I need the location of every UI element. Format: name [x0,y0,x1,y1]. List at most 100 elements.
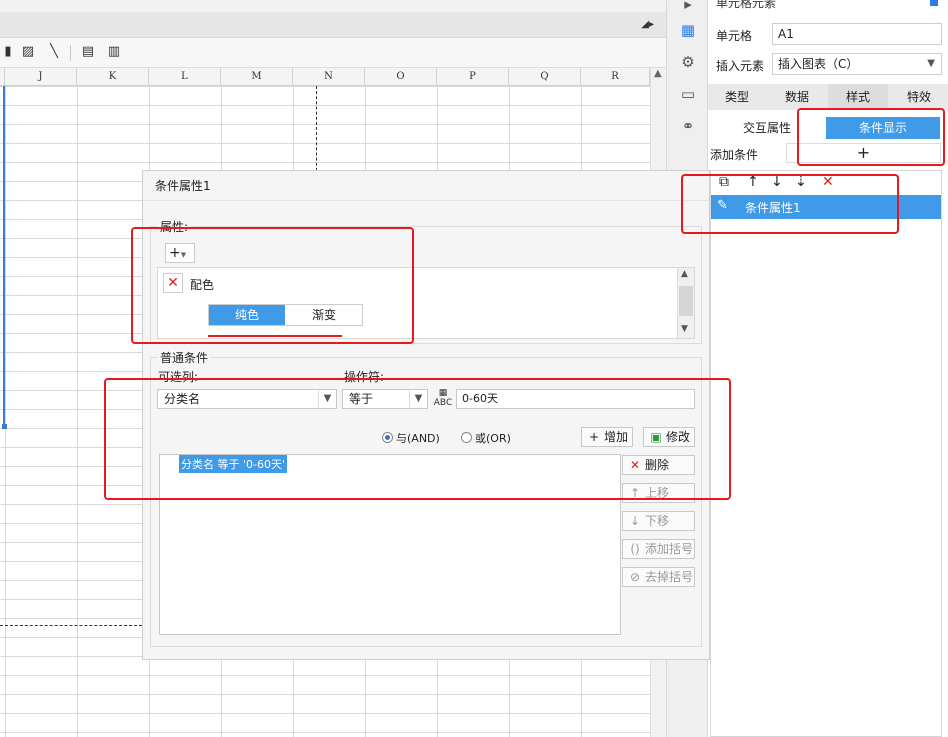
move-down-label: 下移 [645,514,670,528]
dialog-title: 条件属性1 [155,179,211,193]
move-up-button[interactable]: ↑ 上移 [622,483,695,503]
add-attribute-button[interactable]: +▼ [165,243,195,263]
modify-button-label: 修改 [666,430,691,444]
list-item[interactable]: ✎ 条件属性1 [711,195,941,219]
chevron-down-icon: ▼ [318,390,336,408]
column-header[interactable]: Q [509,68,581,86]
chevron-down-icon: ▼ [927,58,935,69]
column-header[interactable]: L [149,68,221,86]
insert-element-select[interactable]: 插入图表（C） ▼ [772,53,942,75]
grid-line [5,86,6,737]
attribute-name: 配色 [190,278,215,292]
tab-interaction[interactable]: 交互属性 [710,117,824,139]
value-type-icon[interactable]: ▦ ABC [432,388,454,408]
add-button-label: 增加 [604,430,629,444]
and-radio-label: 与(AND) [396,432,440,445]
tab-style[interactable]: 样式 [828,84,888,110]
column-label: 可选列: [156,368,201,385]
add-parenthesis-button[interactable]: () 添加括号 [622,539,695,559]
operator-value: 等于 [349,392,374,406]
copy-icon[interactable]: ⧉ [719,174,729,190]
column-select[interactable]: 分类名 ▼ [157,389,337,409]
subtabs: 交互属性 条件显示 [710,117,942,139]
cell-field[interactable]: A1 [772,23,942,45]
scroll-down-icon[interactable]: ▼ [681,324,688,334]
pin-icon[interactable] [930,0,938,6]
page-break-line [0,625,142,626]
column-header[interactable]: N [293,68,365,86]
condition-expression-list[interactable] [159,454,621,635]
solid-color-option[interactable]: 纯色 [209,305,285,325]
attribute-list [157,267,695,339]
chevron-down-icon: ▼ [180,251,187,259]
panel-title: 单元格元素 [716,0,777,10]
move-up-label: 上移 [645,486,670,500]
tab-condition-display[interactable]: 条件显示 [826,117,940,139]
modify-button[interactable]: ▣ 修改 [643,427,695,447]
selection-border [3,86,5,426]
tab-data[interactable]: 数据 [768,84,826,110]
plus-icon: + [169,245,181,261]
gradient-option[interactable]: 渐变 [286,305,362,325]
link-icon[interactable]: ⚭ [678,116,698,136]
sheet-tab-bar: ◢▸ [0,12,666,38]
or-radio[interactable]: 或(OR) [461,430,511,446]
close-icon: ✕ [629,458,641,472]
tab-type[interactable]: 类型 [708,84,766,110]
column-header[interactable]: M [221,68,293,86]
add-condition-button[interactable]: + [786,143,941,163]
scroll-up-icon[interactable]: ▲ [681,269,688,279]
color-swatch-bar[interactable] [208,335,342,337]
column-header[interactable]: P [437,68,509,86]
move-down-button[interactable]: ↓ 下移 [622,511,695,531]
and-radio[interactable]: 与(AND) [382,430,440,446]
radio-dot [461,432,472,443]
column-header[interactable]: J [5,68,77,86]
move-up-icon[interactable]: ↑ [747,174,759,190]
delete-attribute-button[interactable]: ✕ [163,273,183,293]
remove-parenthesis-icon: ⊘ [629,570,641,584]
form-icon[interactable]: ▤ [80,44,96,60]
delete-button[interactable]: ✕ 删除 [622,455,695,475]
modify-icon: ▣ [650,430,662,444]
remove-parenthesis-button[interactable]: ⊘ 去掉括号 [622,567,695,587]
column-header[interactable]: R [581,68,650,86]
delete-button-label: 删除 [645,458,670,472]
column-value: 分类名 [164,392,201,406]
layout-icon[interactable]: ▭ [678,84,698,104]
delete-icon[interactable]: ✕ [822,174,834,190]
bar-chart-icon[interactable]: ▮ [0,44,16,60]
condition-expression[interactable]: 分类名 等于 '0-60天' [179,455,288,473]
chevron-down-icon: ▼ [409,390,427,408]
slash-icon[interactable]: ╲ [46,44,62,60]
column-header[interactable]: K [77,68,149,86]
scroll-up-icon[interactable]: ▲ [654,68,662,79]
add-button[interactable]: + 增加 [581,427,633,447]
edit-icon[interactable]: ✎ [717,198,728,213]
scroll-thumb[interactable] [679,286,693,316]
column-header[interactable]: O [365,68,437,86]
top-strip [0,0,666,12]
collapse-arrow-icon[interactable]: ◢▸ [641,19,654,30]
attribute-scrollbar[interactable]: ▲ ▼ [677,268,694,338]
widget-settings-icon[interactable]: ⚙ [678,52,698,72]
operator-select[interactable]: 等于 ▼ [342,389,428,409]
move-down-icon[interactable]: ↓ [771,174,783,190]
operator-label: 操作符: [342,368,387,385]
cell-element-icon[interactable]: ▦ [678,20,698,40]
common-condition-label: 普通条件 [158,349,211,366]
play-icon[interactable]: ▸ [678,0,698,14]
insert-element-label: 插入元素 [716,59,765,73]
image-icon[interactable]: ▨ [20,44,36,60]
add-parenthesis-label: 添加括号 [645,542,694,556]
or-radio-label: 或(OR) [475,432,511,445]
tab-effects[interactable]: 特效 [890,84,948,110]
value-field[interactable]: 0-60天 [456,389,695,409]
panel-tabs: 类型 数据 样式 特效 [708,84,948,110]
sort-icon[interactable]: ⇣ [795,174,807,190]
list-icon[interactable]: ▥ [106,44,122,60]
divider [143,200,709,201]
attribute-group-label: 属性: [158,218,191,235]
selection-handle[interactable] [2,424,7,429]
plus-icon: + [588,430,600,444]
